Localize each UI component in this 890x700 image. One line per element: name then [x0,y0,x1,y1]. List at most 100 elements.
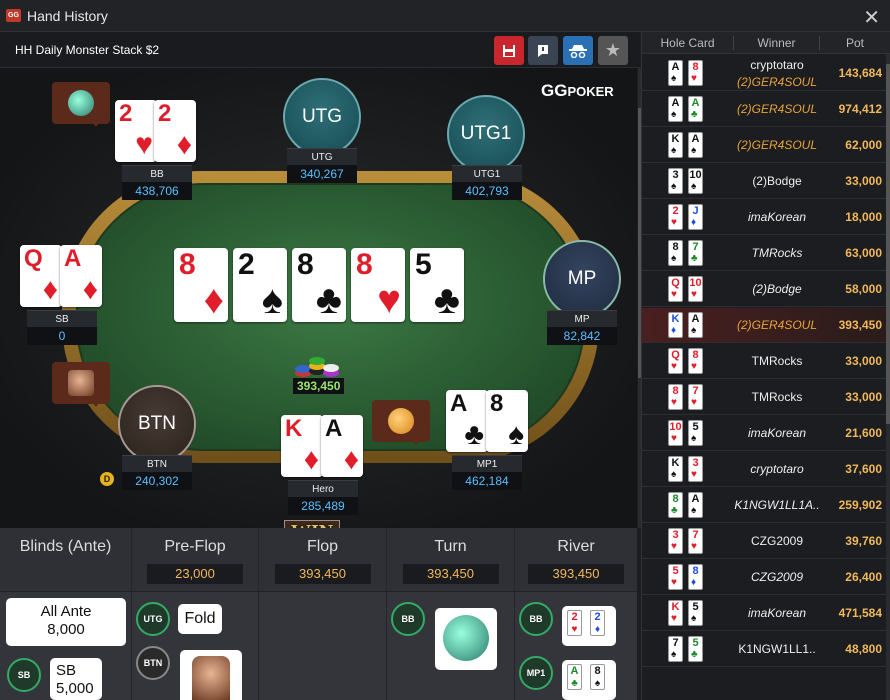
seat-stack: 240,302 [122,472,192,490]
bb-emote [435,608,497,670]
winner-name: cryptotaro [750,462,804,476]
title-bar: GG Hand History ✕ [0,0,890,32]
seat-mp[interactable]: MP 82,842 [543,310,621,345]
seat-stack: 340,267 [287,165,357,183]
winner-name: cryptotaro [750,58,804,72]
history-row[interactable]: K ♥ 5 ♠ imaKorean 471,584 [642,596,886,631]
card-suit: ♦ [671,325,677,336]
pot-chips-icon [295,357,339,377]
incognito-button[interactable] [563,36,593,65]
card-suit: ♥ [671,541,677,552]
sb-action: SB 5,000 [50,658,102,700]
seat-mp1[interactable]: MP1 462,184 [448,455,526,490]
save-icon [503,44,515,57]
history-row[interactable]: 5 ♥ 8 ♦ CZG2009 26,400 [642,560,886,595]
seat-position: SB [27,310,97,327]
history-row[interactable]: 3 ♥ 7 ♥ CZG2009 39,760 [642,524,886,559]
street-name: Flop [306,538,339,555]
history-row[interactable]: A ♠ A ♣ (2)GER4SOUL 974,412 [642,92,886,127]
card-suit: ♠ [671,649,677,660]
btn-emote [180,650,242,700]
history-row[interactable]: A ♠ 8 ♥ cryptotaro (2)GER4SOUL 143,684 [642,56,886,91]
card-suit: ♥ [691,73,697,84]
history-row[interactable]: Q ♥ 8 ♥ TMRocks 33,000 [642,344,886,379]
report-button[interactable] [528,36,558,65]
river-mp1-badge: MP1 [519,656,553,690]
winner-name: CZG2009 [750,534,804,548]
winner-name: (2)GER4SOUL [736,138,818,152]
card-suit: ♥ [691,361,697,372]
emoji-icon [388,408,414,434]
flag-icon [538,44,548,57]
card-suit: ♥ [671,289,677,300]
seat-utg[interactable]: UTG 340,267 [283,148,361,183]
history-row[interactable]: K ♠ 3 ♥ cryptotaro 37,600 [642,452,886,487]
seat-stack: 402,793 [452,182,522,200]
mini-card: 2 ♥ [567,610,582,636]
winner-name: K1NGW1LL1.. [738,642,816,656]
pot-value: 48,800 [845,642,882,656]
seat-utg1[interactable]: UTG1 402,793 [448,165,526,200]
board-card: 8 ♥ [351,248,405,322]
street-pot: 393,450 [528,564,624,584]
history-row[interactable]: K ♦ A ♠ (2)GER4SOUL 393,450 [642,308,886,343]
history-row[interactable]: Q ♥ 10 ♥ (2)Bodge 58,000 [642,272,886,307]
pot-value: 37,600 [845,462,882,476]
winner-name: K1NGW1LL1A.. [734,498,820,512]
pot-value: 471,584 [838,606,882,620]
card-suit: ♥ [671,397,677,408]
winner-name: (2)GER4SOUL [736,75,818,89]
bb-card-1: 2 ♥ [115,100,157,162]
history-row[interactable]: 8 ♣ A ♠ K1NGW1LL1A.. 259,902 [642,488,886,523]
save-button[interactable] [494,36,524,65]
card-suit: ♠ [691,145,697,156]
app-logo-icon: GG [6,9,21,22]
pot-value: 26,400 [845,570,882,584]
card-suit: ♥ [691,397,697,408]
card-suit: ♦ [691,217,697,228]
winner-name: imaKorean [747,606,807,620]
street-name: River [557,538,595,555]
seat-position: BTN [122,455,192,472]
river-bb-cards: 2 ♥ 2 ♦ [562,606,616,646]
history-row[interactable]: 3 ♠ 10 ♠ (2)Bodge 33,000 [642,164,886,199]
seat-stack: 285,489 [288,497,358,515]
bb-badge: BB [391,602,425,636]
history-row[interactable]: K ♠ A ♠ (2)GER4SOUL 62,000 [642,128,886,163]
col-pot[interactable]: Pot [820,36,890,50]
tournament-label: HH Daily Monster Stack $2 [15,43,160,57]
col-hole-card[interactable]: Hole Card [642,36,734,50]
card-suit: ♥ [691,469,697,480]
street-name: Pre-Flop [164,538,226,555]
incognito-icon [569,44,587,58]
card-suit: ♥ [671,577,677,588]
seat-stack: 82,842 [547,327,617,345]
winner-name: TMRocks [751,390,803,404]
card-suit: ♠ [671,181,677,192]
close-icon[interactable]: ✕ [863,5,880,30]
chat-bubble [372,400,430,445]
seat-hero[interactable]: Hero 285,489 [284,480,362,515]
seat-position: BB [122,165,192,182]
avatar-emote-icon [68,370,94,396]
street-pot: 393,450 [402,564,499,584]
pot-value: 143,684 [838,66,882,80]
history-scrollbar[interactable] [886,54,890,700]
mini-card: 2 ♦ [590,610,605,636]
seat-btn[interactable]: BTN 240,302 [118,455,196,490]
dealer-button-icon: D [100,472,114,486]
history-row[interactable]: 8 ♠ 7 ♣ TMRocks 63,000 [642,236,886,271]
river-bb-badge: BB [519,602,553,636]
board-card: 5 ♣ [410,248,464,322]
history-row[interactable]: 10 ♥ 5 ♠ imaKorean 21,600 [642,416,886,451]
favorite-button[interactable]: ★ [598,36,628,65]
col-winner[interactable]: Winner [734,36,820,50]
pot-value: 63,000 [845,246,882,260]
history-row[interactable]: 2 ♥ J ♦ imaKorean 18,000 [642,200,886,235]
card-suit: ♥ [671,217,677,228]
winner-name: CZG2009 [750,570,804,584]
history-row[interactable]: 8 ♥ 7 ♥ TMRocks 33,000 [642,380,886,415]
seat-bb[interactable]: BB 438,706 [118,165,196,200]
history-row[interactable]: 7 ♠ 5 ♣ K1NGW1LL1.. 48,800 [642,632,886,667]
seat-sb[interactable]: SB 0 [23,310,101,345]
